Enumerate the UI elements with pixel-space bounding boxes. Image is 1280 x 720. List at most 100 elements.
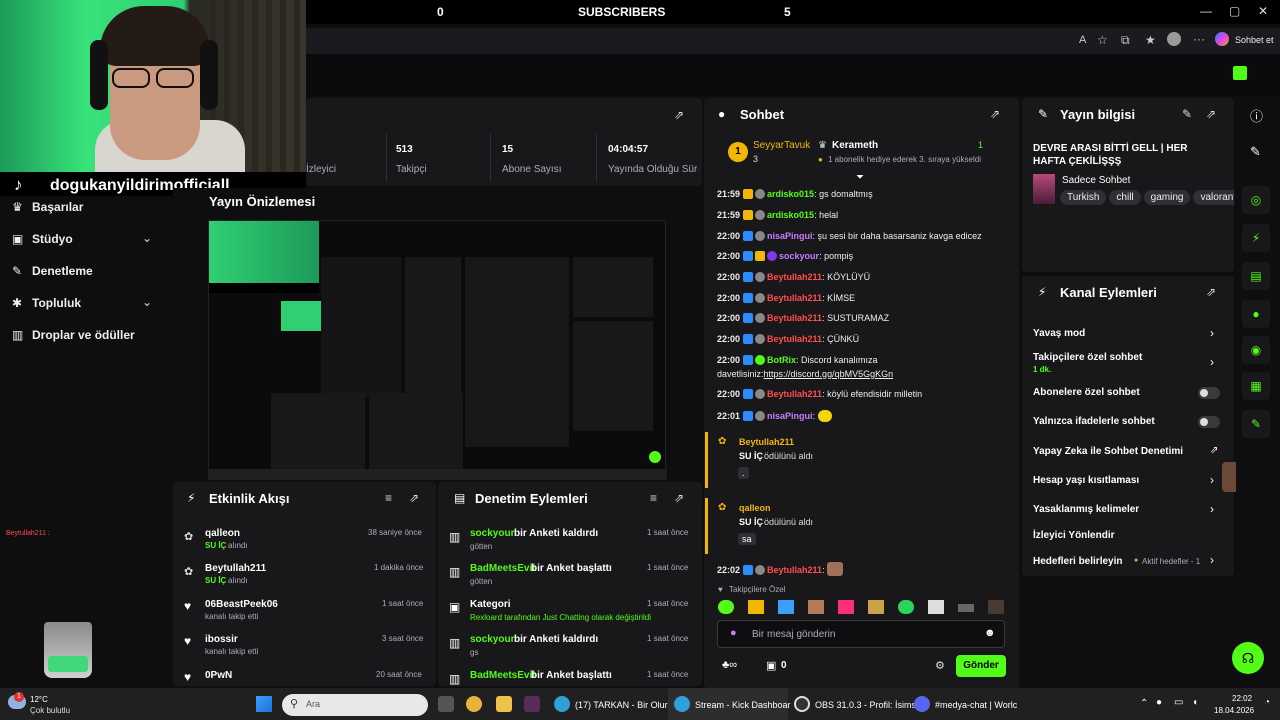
obs-icon[interactable] — [794, 696, 810, 712]
file-explorer-icon[interactable] — [496, 696, 512, 712]
emotes-only-toggle[interactable] — [1198, 416, 1220, 428]
notification-bell-icon[interactable]: ◔ — [1264, 697, 1270, 708]
clock-time[interactable]: 22:02 — [1232, 694, 1252, 703]
pinned-user[interactable]: SeyyarTavuk — [753, 140, 810, 151]
microphone-icon[interactable]: ● — [1156, 697, 1162, 708]
emote-icon[interactable] — [808, 600, 824, 614]
taskbar-app-obs[interactable]: OBS 31.0.3 - Profil: İsims — [815, 700, 916, 710]
sidebar-item-community[interactable]: ✱ Topluluk — [12, 296, 81, 310]
lightning-icon[interactable]: ⚡ — [1242, 224, 1270, 252]
raid-row[interactable]: İzleyici Yönlendir — [1033, 530, 1115, 541]
chevron-right-icon[interactable]: › — [1210, 473, 1214, 487]
reward-user[interactable]: qalleon — [739, 503, 771, 513]
taskbar-app-kick[interactable]: Stream - Kick Dashboar — [695, 700, 791, 710]
popout-icon[interactable]: ⇗ — [674, 491, 684, 505]
extensions-icon[interactable]: ⧉ — [1121, 33, 1130, 48]
emote-icon[interactable] — [748, 600, 764, 614]
popout-icon[interactable]: ⇗ — [674, 108, 684, 122]
emote-icon[interactable] — [898, 600, 914, 614]
tag-chip[interactable]: chill — [1109, 190, 1141, 205]
sidebar-item-moderation[interactable]: ✎ Denetleme — [12, 264, 93, 278]
taskbar-app-tarkan[interactable]: (17) TARKAN - Bir Oluru — [575, 700, 673, 710]
send-button[interactable]: Gönder — [956, 655, 1006, 677]
taskbar-app-discord[interactable]: #medya-chat | Worlc — [935, 700, 1017, 710]
microphone-icon[interactable]: ● — [730, 627, 737, 639]
ai-moderation-row[interactable]: Yapay Zeka ile Sohbet Denetimi — [1033, 446, 1183, 457]
edit-icon[interactable]: ✎ — [1250, 144, 1261, 160]
edge-icon[interactable] — [554, 696, 570, 712]
profile-avatar[interactable] — [1167, 32, 1181, 46]
emote-icon[interactable] — [838, 600, 854, 614]
edit-icon[interactable]: ✎ — [1182, 107, 1192, 121]
chevron-right-icon[interactable]: › — [1210, 553, 1214, 567]
chrome-icon[interactable] — [466, 696, 482, 712]
sidebar-item-drops[interactable]: ▥ Droplar ve ödüller — [12, 328, 135, 342]
emote-icon[interactable] — [988, 600, 1004, 614]
chat-bubble-icon[interactable]: ● — [1242, 300, 1270, 328]
discord-link[interactable]: https://discord.gg/qbMV5GgKGn — [764, 369, 894, 379]
category-name[interactable]: Sadece Sohbet — [1062, 175, 1130, 186]
copilot-button[interactable]: Sohbet et — [1235, 35, 1274, 45]
reward-user[interactable]: Beytullah211 — [739, 437, 794, 447]
network-icon[interactable]: ▭ — [1174, 697, 1183, 708]
tag-chip[interactable]: valorant — [1193, 190, 1234, 205]
chevron-right-icon[interactable]: › — [1210, 502, 1214, 516]
task-view-icon[interactable] — [438, 696, 454, 712]
filter-icon[interactable]: ≡ — [650, 491, 657, 505]
tag-chip[interactable]: gaming — [1143, 190, 1191, 205]
volume-icon[interactable]: ◖ — [1192, 697, 1198, 708]
chat-input[interactable]: ● Bir mesaj gönderin ☻ — [717, 620, 1005, 648]
emote-icon[interactable] — [928, 600, 944, 614]
chevron-down-icon[interactable]: ⌄ — [142, 231, 152, 245]
popout-icon[interactable]: ⇗ — [1206, 285, 1216, 299]
document-icon[interactable]: ▤ — [1242, 262, 1270, 290]
minimize-icon[interactable]: — — [1200, 4, 1212, 18]
stream-preview-video[interactable] — [208, 220, 667, 480]
slow-mode-row[interactable]: Yavaş mod — [1033, 328, 1085, 339]
popout-icon[interactable]: ⇗ — [409, 491, 419, 505]
gift-user[interactable]: Kerameth — [832, 140, 878, 151]
banned-words-row[interactable]: Yasaklanmış kelimeler — [1033, 504, 1139, 515]
info-icon[interactable]: ⓘ — [1250, 106, 1263, 125]
tag-chip[interactable]: Turkish — [1060, 190, 1107, 205]
collapse-icon[interactable]: ⏷ — [856, 172, 864, 183]
followers-only-row[interactable]: Takipçilere özel sohbet — [1033, 352, 1142, 363]
subs-only-toggle[interactable] — [1198, 387, 1220, 399]
emote-icon[interactable] — [868, 600, 884, 614]
broadcast-icon[interactable]: ◉ — [1242, 336, 1270, 364]
emoji-icon[interactable]: ☻ — [984, 627, 996, 639]
weather-temp[interactable]: 12°C — [30, 695, 48, 704]
emote-icon[interactable] — [958, 604, 974, 612]
external-link-icon[interactable]: ⇗ — [1210, 445, 1218, 456]
favorites-icon[interactable]: ★ — [1145, 33, 1156, 47]
category-thumbnail[interactable] — [1033, 174, 1055, 204]
weather-desc[interactable]: Çok bulutlu — [30, 706, 70, 715]
settings-gear-icon[interactable]: ⚙ — [935, 659, 945, 672]
taskbar-search[interactable]: ⚲ Ara — [282, 694, 428, 716]
popout-icon[interactable]: ⇗ — [1206, 107, 1216, 121]
chevron-up-icon[interactable]: ⌃ — [1140, 698, 1148, 709]
kick-profile-icon[interactable] — [1233, 66, 1247, 80]
emote-icon[interactable] — [718, 600, 734, 614]
goals-row[interactable]: Hedefleri belirleyin — [1033, 556, 1122, 567]
filter-icon[interactable]: ≡ — [385, 491, 392, 505]
sidebar-item-achievements[interactable]: ♛ Başarılar — [12, 200, 83, 214]
support-button[interactable]: ☊ — [1232, 642, 1264, 674]
discord-icon[interactable] — [914, 696, 930, 712]
stack-icon[interactable]: ▦ — [1242, 372, 1270, 400]
read-aloud-icon[interactable]: A — [1079, 34, 1086, 46]
chevron-down-icon[interactable]: ⌄ — [142, 295, 152, 309]
chevron-right-icon[interactable]: › — [1210, 355, 1214, 369]
copilot-icon[interactable] — [1215, 32, 1229, 46]
edge-icon[interactable] — [674, 696, 690, 712]
sidebar-item-studio[interactable]: ▣ Stüdyo — [12, 232, 73, 246]
clock-date[interactable]: 18.04.2026 — [1214, 706, 1254, 715]
maximize-icon[interactable]: ▢ — [1229, 4, 1240, 18]
stream-settings-icon[interactable]: ◎ — [1242, 186, 1270, 214]
favorite-star-icon[interactable]: ☆ — [1097, 33, 1108, 47]
wrench-icon[interactable]: ✎ — [1242, 410, 1270, 438]
close-icon[interactable]: ✕ — [1258, 4, 1268, 18]
windows-start-icon[interactable] — [256, 696, 272, 712]
gift-icon[interactable]: ▣ — [766, 659, 776, 672]
points-icon[interactable]: ♣∞ — [722, 659, 737, 671]
